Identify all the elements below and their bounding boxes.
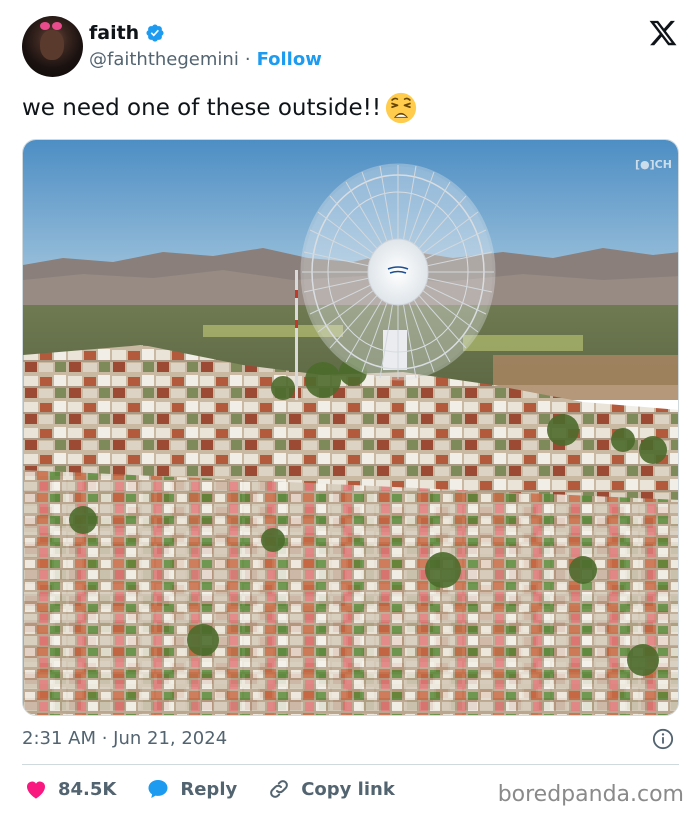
- tweet-text: we need one of these outside!!: [22, 95, 382, 121]
- like-count: 84.5K: [58, 778, 117, 800]
- weary-face-emoji-icon: [385, 92, 417, 124]
- heart-icon: [27, 781, 45, 799]
- link-icon: [270, 780, 289, 798]
- copy-link-label: Copy link: [301, 778, 395, 800]
- reply-bubble-icon: [148, 780, 168, 798]
- copy-link-button[interactable]: Copy link: [267, 777, 395, 801]
- x-logo-icon[interactable]: [648, 18, 678, 48]
- like-button[interactable]: 84.5K: [24, 777, 116, 801]
- info-icon[interactable]: [652, 728, 674, 750]
- reply-button[interactable]: Reply: [146, 777, 237, 801]
- divider: [22, 764, 679, 765]
- tweet-media-image[interactable]: [●]CH: [22, 139, 679, 716]
- avatar[interactable]: [22, 16, 83, 77]
- tweet-timestamp[interactable]: 2:31 AM · Jun 21, 2024: [22, 728, 227, 749]
- verified-badge-icon: [146, 24, 164, 42]
- author-handle[interactable]: @faiththegemini: [89, 49, 239, 70]
- tweet-text-row: we need one of these outside!!: [22, 92, 417, 124]
- handle-row: @faiththegemini · Follow: [89, 49, 322, 70]
- reply-label: Reply: [180, 778, 238, 800]
- action-bar: 84.5K Reply Copy link: [24, 777, 425, 801]
- follow-link[interactable]: Follow: [257, 49, 322, 70]
- author-name[interactable]: faith: [89, 22, 139, 44]
- boredpanda-watermark: boredpanda.com: [497, 782, 684, 807]
- author-name-row: faith: [89, 22, 165, 44]
- video-watermark: [●]CH: [635, 158, 672, 171]
- tweet-header: faith @faiththegemini · Follow: [22, 16, 682, 78]
- separator-dot: ·: [244, 49, 251, 70]
